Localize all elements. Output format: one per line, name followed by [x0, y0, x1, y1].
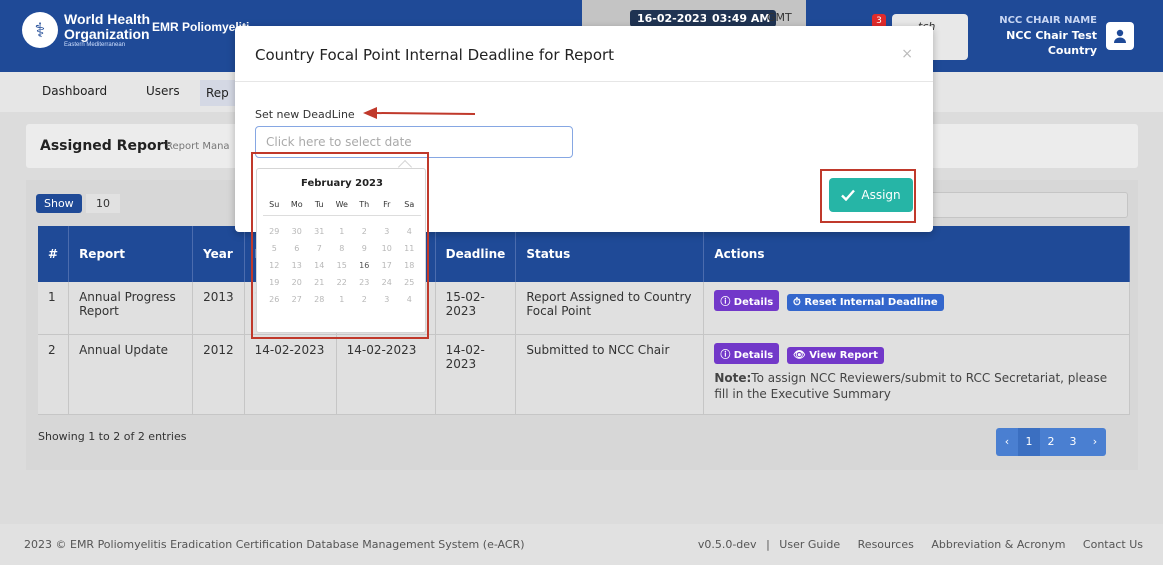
globe-icon: ⚕: [22, 12, 58, 48]
col-year: Year: [192, 226, 245, 282]
org-region: Eastern Mediterranean: [64, 41, 126, 48]
col-deadline: Deadline: [435, 226, 517, 282]
calendar-week-row: 29 30 31 1 2 3 4: [269, 227, 412, 236]
pagination: ‹ 1 2 3 ›: [996, 428, 1106, 456]
calendar-week-row: 26 27 28 1 2 3 4: [269, 295, 412, 304]
date-picker-calendar: February 2023 Su Mo Tu We Th Fr Sa 29 30…: [256, 168, 426, 333]
check-icon: [841, 189, 856, 201]
table-row: 2 Annual Update 2012 14-02-2023 14-02-20…: [38, 334, 1130, 415]
modal-title: Country Focal Point Internal Deadline fo…: [255, 46, 615, 64]
deadline-label: Set new DeadLine: [255, 108, 355, 121]
reset-deadline-button[interactable]: ⏱ Reset Internal Deadline: [787, 294, 944, 311]
calendar-week-row: 12 13 14 15 16 17 18: [263, 257, 421, 274]
footer-version: v0.5.0-dev: [697, 538, 757, 551]
view-report-button[interactable]: 👁 View Report: [787, 346, 884, 364]
details-button[interactable]: ⓘ Details: [714, 342, 780, 364]
pagination-page-1[interactable]: 1: [1018, 428, 1040, 456]
user-country: Country: [1047, 44, 1097, 58]
page-length-select[interactable]: 10: [86, 194, 120, 213]
reports-table: # Report Year D A Deadline Status Action…: [38, 226, 1130, 415]
user-avatar-icon[interactable]: [1106, 22, 1134, 50]
details-button[interactable]: ⓘ Details: [714, 290, 780, 311]
show-label: Show: [36, 194, 82, 213]
user-role: NCC CHAIR NAME: [999, 15, 1097, 26]
user-info[interactable]: NCC CHAIR NAME NCC Chair Test Country: [999, 14, 1097, 59]
col-report: Report: [68, 226, 194, 282]
table-row: 1 Annual Progress Report 2013 15 15-02-2…: [38, 282, 1130, 335]
current-date: 16-02-2023: [630, 10, 715, 27]
calendar-week-row: 5 6 7 8 9 10 11: [271, 244, 415, 253]
annotation-arrow-icon: [363, 107, 476, 119]
footer-link-user-guide[interactable]: User Guide: [779, 538, 840, 551]
calendar-weekday-row: Su Mo Tu We Th Fr Sa: [269, 200, 415, 209]
org-name-line2: Organization: [64, 25, 150, 42]
pagination-page-3[interactable]: 3: [1062, 428, 1084, 456]
pagination-prev[interactable]: ‹: [996, 428, 1018, 456]
modal-divider: [235, 81, 933, 82]
nav-item-dashboard[interactable]: Dashboard: [42, 84, 107, 98]
page-title: Assigned Report: [40, 138, 171, 154]
calendar-day-today[interactable]: 16: [353, 257, 376, 274]
org-name-line1: World Health: [64, 11, 151, 28]
who-logo[interactable]: ⚕ World Health Organization Eastern Medi…: [22, 12, 150, 48]
footer-link-abbreviations[interactable]: Abbreviation & Acronym: [931, 538, 1065, 551]
nav-item-reports[interactable]: Rep: [200, 80, 235, 106]
pagination-page-2[interactable]: 2: [1040, 428, 1062, 456]
col-actions: Actions: [703, 226, 1130, 282]
footer-link-contact[interactable]: Contact Us: [1083, 538, 1143, 551]
calendar-week-row: 19 20 21 22 23 24 25: [269, 278, 415, 287]
user-name: NCC Chair Test: [1006, 29, 1097, 42]
timezone-label: GMT: [767, 11, 792, 24]
close-icon[interactable]: ×: [901, 46, 913, 62]
executive-summary-note: Note:To assign NCC Reviewers/submit to R…: [714, 370, 1108, 402]
assign-button[interactable]: Assign: [829, 178, 913, 212]
current-time: 03:49 AM: [706, 10, 777, 27]
footer-link-resources[interactable]: Resources: [858, 538, 914, 551]
calendar-month-title[interactable]: February 2023: [257, 178, 427, 189]
col-status: Status: [515, 226, 705, 282]
col-number: #: [38, 226, 70, 282]
footer-copyright: 2023 © EMR Poliomyelitis Eradication Cer…: [24, 538, 525, 551]
pagination-next[interactable]: ›: [1084, 428, 1106, 456]
page-footer: 2023 © EMR Poliomyelitis Eradication Cer…: [0, 524, 1163, 565]
entries-info: Showing 1 to 2 of 2 entries: [38, 430, 187, 443]
breadcrumb[interactable]: Report Mana: [166, 141, 230, 152]
nav-item-users[interactable]: Users: [146, 84, 180, 98]
